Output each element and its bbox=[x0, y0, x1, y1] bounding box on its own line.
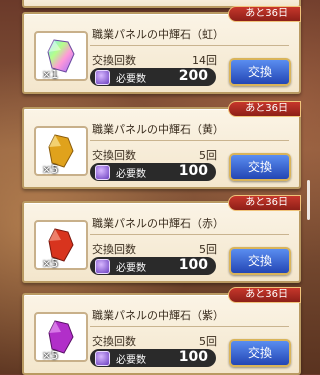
cost-label: 必要数 bbox=[116, 74, 146, 85]
item-name: 職業パネルの中輝石（黄） bbox=[92, 123, 224, 136]
divider bbox=[90, 140, 289, 141]
cost-bar: 必要数 100 bbox=[90, 163, 216, 181]
exchange-count-value: 14回 bbox=[192, 54, 217, 67]
cost-label: 必要数 bbox=[116, 355, 146, 366]
cost-label: 必要数 bbox=[116, 263, 146, 274]
cost-value: 100 bbox=[178, 257, 208, 273]
time-remaining-badge: あと36日 bbox=[228, 287, 301, 303]
exchange-item-rainbow: あと36日 ×1 職業パネルの中輝石（虹） 交換回数 14回 必要数 200 交… bbox=[22, 6, 301, 94]
currency-medal-icon bbox=[95, 165, 110, 180]
item-quantity: ×5 bbox=[42, 163, 59, 176]
exchange-button[interactable]: 交換 bbox=[229, 153, 291, 181]
currency-medal-icon bbox=[95, 70, 110, 85]
exchange-button[interactable]: 交換 bbox=[229, 247, 291, 275]
exchange-button[interactable]: 交換 bbox=[229, 58, 291, 86]
exchange-button[interactable]: 交換 bbox=[229, 339, 291, 367]
cost-bar: 必要数 100 bbox=[90, 349, 216, 367]
divider bbox=[90, 45, 289, 46]
exchange-count-label: 交換回数 bbox=[92, 243, 136, 256]
divider bbox=[90, 326, 289, 327]
exchange-count-label: 交換回数 bbox=[92, 149, 136, 162]
item-icon-box: ×5 bbox=[34, 220, 88, 270]
scrollbar-thumb[interactable] bbox=[307, 180, 310, 220]
cost-value: 100 bbox=[178, 349, 208, 365]
exchange-item-purple: あと36日 ×5 職業パネルの中輝石（紫） 交換回数 5回 必要数 100 交換 bbox=[22, 287, 301, 375]
cost-bar: 必要数 200 bbox=[90, 68, 216, 86]
currency-medal-icon bbox=[95, 259, 110, 274]
exchange-count-value: 5回 bbox=[199, 149, 217, 162]
exchange-item-red: あと36日 ×5 職業パネルの中輝石（赤） 交換回数 5回 必要数 100 交換 bbox=[22, 195, 301, 283]
item-quantity: ×5 bbox=[42, 349, 59, 362]
exchange-count-label: 交換回数 bbox=[92, 54, 136, 67]
item-name: 職業パネルの中輝石（虹） bbox=[92, 28, 224, 41]
cost-value: 200 bbox=[178, 68, 208, 84]
cost-value: 100 bbox=[178, 163, 208, 179]
cost-bar: 必要数 100 bbox=[90, 257, 216, 275]
divider bbox=[90, 234, 289, 235]
currency-medal-icon bbox=[95, 351, 110, 366]
exchange-item-yellow: あと36日 ×5 職業パネルの中輝石（黄） 交換回数 5回 必要数 100 交換 bbox=[22, 101, 301, 189]
time-remaining-badge: あと36日 bbox=[228, 101, 301, 117]
exchange-count-value: 5回 bbox=[199, 243, 217, 256]
cost-label: 必要数 bbox=[116, 169, 146, 180]
time-remaining-badge: あと36日 bbox=[228, 195, 301, 211]
item-icon-box: ×5 bbox=[34, 126, 88, 176]
exchange-list: あと36日 ×1 職業パネルの中輝石（虹） 交換回数 14回 必要数 200 交… bbox=[22, 0, 301, 375]
item-name: 職業パネルの中輝石（赤） bbox=[92, 217, 224, 230]
item-name: 職業パネルの中輝石（紫） bbox=[92, 309, 224, 322]
item-icon-box: ×1 bbox=[34, 31, 88, 81]
item-icon-box: ×5 bbox=[34, 312, 88, 362]
exchange-count-label: 交換回数 bbox=[92, 335, 136, 348]
time-remaining-badge: あと36日 bbox=[228, 6, 301, 22]
item-quantity: ×1 bbox=[42, 68, 59, 81]
exchange-count-value: 5回 bbox=[199, 335, 217, 348]
item-quantity: ×5 bbox=[42, 257, 59, 270]
